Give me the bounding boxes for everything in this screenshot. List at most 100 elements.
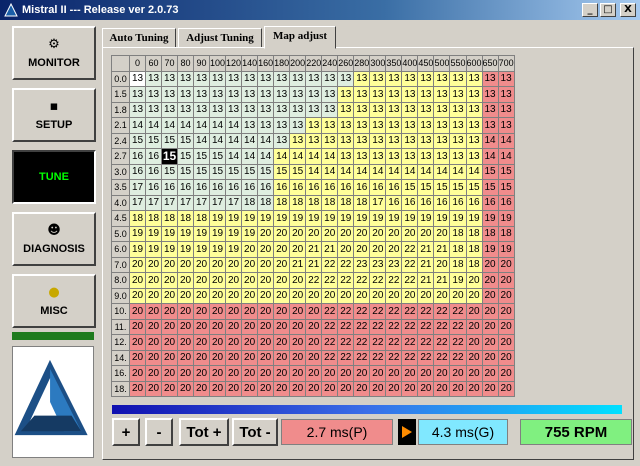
map-cell[interactable]: 20 xyxy=(273,318,291,335)
map-cell[interactable]: 15 xyxy=(401,179,419,196)
map-cell[interactable]: 20 xyxy=(273,225,291,242)
map-cell[interactable]: 20 xyxy=(241,380,259,397)
map-cell[interactable]: 20 xyxy=(497,303,515,320)
map-cell[interactable]: 14 xyxy=(225,132,243,149)
map-cell[interactable]: 22 xyxy=(385,349,403,366)
map-cell[interactable]: 21 xyxy=(433,272,451,289)
map-cell[interactable]: 13 xyxy=(497,70,515,87)
map-cell[interactable]: 13 xyxy=(465,117,483,134)
map-cell[interactable]: 22 xyxy=(353,272,371,289)
map-cell[interactable]: 20 xyxy=(497,365,515,382)
map-cell[interactable]: 13 xyxy=(241,117,259,134)
map-cell[interactable]: 15 xyxy=(177,163,194,180)
map-cell[interactable]: 22 xyxy=(369,318,387,335)
map-cell[interactable]: 22 xyxy=(417,334,435,351)
map-cell[interactable]: 19 xyxy=(177,225,194,242)
map-cell[interactable]: 21 xyxy=(417,256,435,273)
map-cell[interactable]: 18 xyxy=(257,194,275,211)
map-cell[interactable]: 20 xyxy=(433,256,451,273)
map-cell[interactable]: 22 xyxy=(385,272,403,289)
map-cell[interactable]: 15 xyxy=(257,163,275,180)
map-cell[interactable]: 19 xyxy=(417,210,435,227)
map-cell[interactable]: 13 xyxy=(433,101,451,118)
map-cell[interactable]: 20 xyxy=(193,349,210,366)
map-cell[interactable]: 19 xyxy=(385,210,403,227)
map-cell[interactable]: 22 xyxy=(417,318,435,335)
map-cell[interactable]: 20 xyxy=(465,287,483,304)
map-cell[interactable]: 13 xyxy=(385,101,403,118)
map-cell-selected[interactable]: 15 xyxy=(161,148,178,165)
map-cell[interactable]: 20 xyxy=(305,380,323,397)
map-cell[interactable]: 13 xyxy=(353,117,371,134)
map-cell[interactable]: 19 xyxy=(208,225,227,242)
map-cell[interactable]: 13 xyxy=(145,70,162,87)
map-cell[interactable]: 20 xyxy=(208,365,227,382)
map-cell[interactable]: 18 xyxy=(337,194,355,211)
map-cell[interactable]: 13 xyxy=(369,132,387,149)
map-cell[interactable]: 20 xyxy=(257,256,275,273)
map-cell[interactable]: 13 xyxy=(129,70,146,87)
map-cell[interactable]: 13 xyxy=(289,70,307,87)
map-cell[interactable]: 20 xyxy=(465,303,483,320)
map-cell[interactable]: 16 xyxy=(305,179,323,196)
map-cell[interactable]: 20 xyxy=(289,303,307,320)
map-cell[interactable]: 14 xyxy=(433,163,451,180)
map-cell[interactable]: 19 xyxy=(449,272,467,289)
map-cell[interactable]: 13 xyxy=(417,86,435,103)
map-cell[interactable]: 13 xyxy=(321,101,339,118)
map-cell[interactable]: 20 xyxy=(129,272,146,289)
map-cell[interactable]: 16 xyxy=(353,179,371,196)
map-cell[interactable]: 20 xyxy=(337,365,355,382)
map-cell[interactable]: 20 xyxy=(497,334,515,351)
map-cell[interactable]: 22 xyxy=(353,318,371,335)
map-cell[interactable]: 22 xyxy=(321,256,339,273)
map-cell[interactable]: 17 xyxy=(129,179,146,196)
map-cell[interactable]: 18 xyxy=(353,194,371,211)
map-cell[interactable]: 17 xyxy=(369,194,387,211)
map-cell[interactable]: 20 xyxy=(161,318,178,335)
map-cell[interactable]: 13 xyxy=(193,70,210,87)
map-cell[interactable]: 19 xyxy=(161,225,178,242)
map-cell[interactable]: 20 xyxy=(241,349,259,366)
map-cell[interactable]: 13 xyxy=(193,86,210,103)
map-cell[interactable]: 13 xyxy=(401,132,419,149)
map-cell[interactable]: 20 xyxy=(305,334,323,351)
map-cell[interactable]: 19 xyxy=(193,225,210,242)
map-cell[interactable]: 20 xyxy=(369,287,387,304)
map-cell[interactable]: 14 xyxy=(321,148,339,165)
map-cell[interactable]: 22 xyxy=(449,334,467,351)
tab-map-adjust[interactable]: Map adjust xyxy=(264,26,336,49)
map-cell[interactable]: 16 xyxy=(385,179,403,196)
map-cell[interactable]: 13 xyxy=(385,148,403,165)
map-cell[interactable]: 20 xyxy=(353,287,371,304)
map-cell[interactable]: 22 xyxy=(337,334,355,351)
map-cell[interactable]: 13 xyxy=(241,86,259,103)
map-cell[interactable]: 20 xyxy=(273,349,291,366)
map-cell[interactable]: 20 xyxy=(289,365,307,382)
map-cell[interactable]: 13 xyxy=(193,101,210,118)
map-cell[interactable]: 20 xyxy=(225,272,243,289)
map-cell[interactable]: 20 xyxy=(177,365,194,382)
map-cell[interactable]: 13 xyxy=(465,148,483,165)
map-cell[interactable]: 20 xyxy=(208,318,227,335)
map-cell[interactable]: 20 xyxy=(433,365,451,382)
map-cell[interactable]: 21 xyxy=(305,256,323,273)
map-cell[interactable]: 22 xyxy=(433,318,451,335)
map-cell[interactable]: 13 xyxy=(289,101,307,118)
map-cell[interactable]: 18 xyxy=(305,194,323,211)
map-cell[interactable]: 20 xyxy=(208,287,227,304)
map-cell[interactable]: 13 xyxy=(273,101,291,118)
map-cell[interactable]: 23 xyxy=(353,256,371,273)
map-cell[interactable]: 14 xyxy=(257,148,275,165)
map-cell[interactable]: 20 xyxy=(241,287,259,304)
map-cell[interactable]: 13 xyxy=(337,101,355,118)
map-cell[interactable]: 20 xyxy=(193,380,210,397)
map-cell[interactable]: 22 xyxy=(449,303,467,320)
map-cell[interactable]: 22 xyxy=(369,349,387,366)
map-cell[interactable]: 22 xyxy=(321,303,339,320)
map-cell[interactable]: 14 xyxy=(129,117,146,134)
map-cell[interactable]: 16 xyxy=(129,148,146,165)
map-cell[interactable]: 20 xyxy=(257,334,275,351)
map-cell[interactable]: 20 xyxy=(145,287,162,304)
map-cell[interactable]: 20 xyxy=(289,241,307,258)
